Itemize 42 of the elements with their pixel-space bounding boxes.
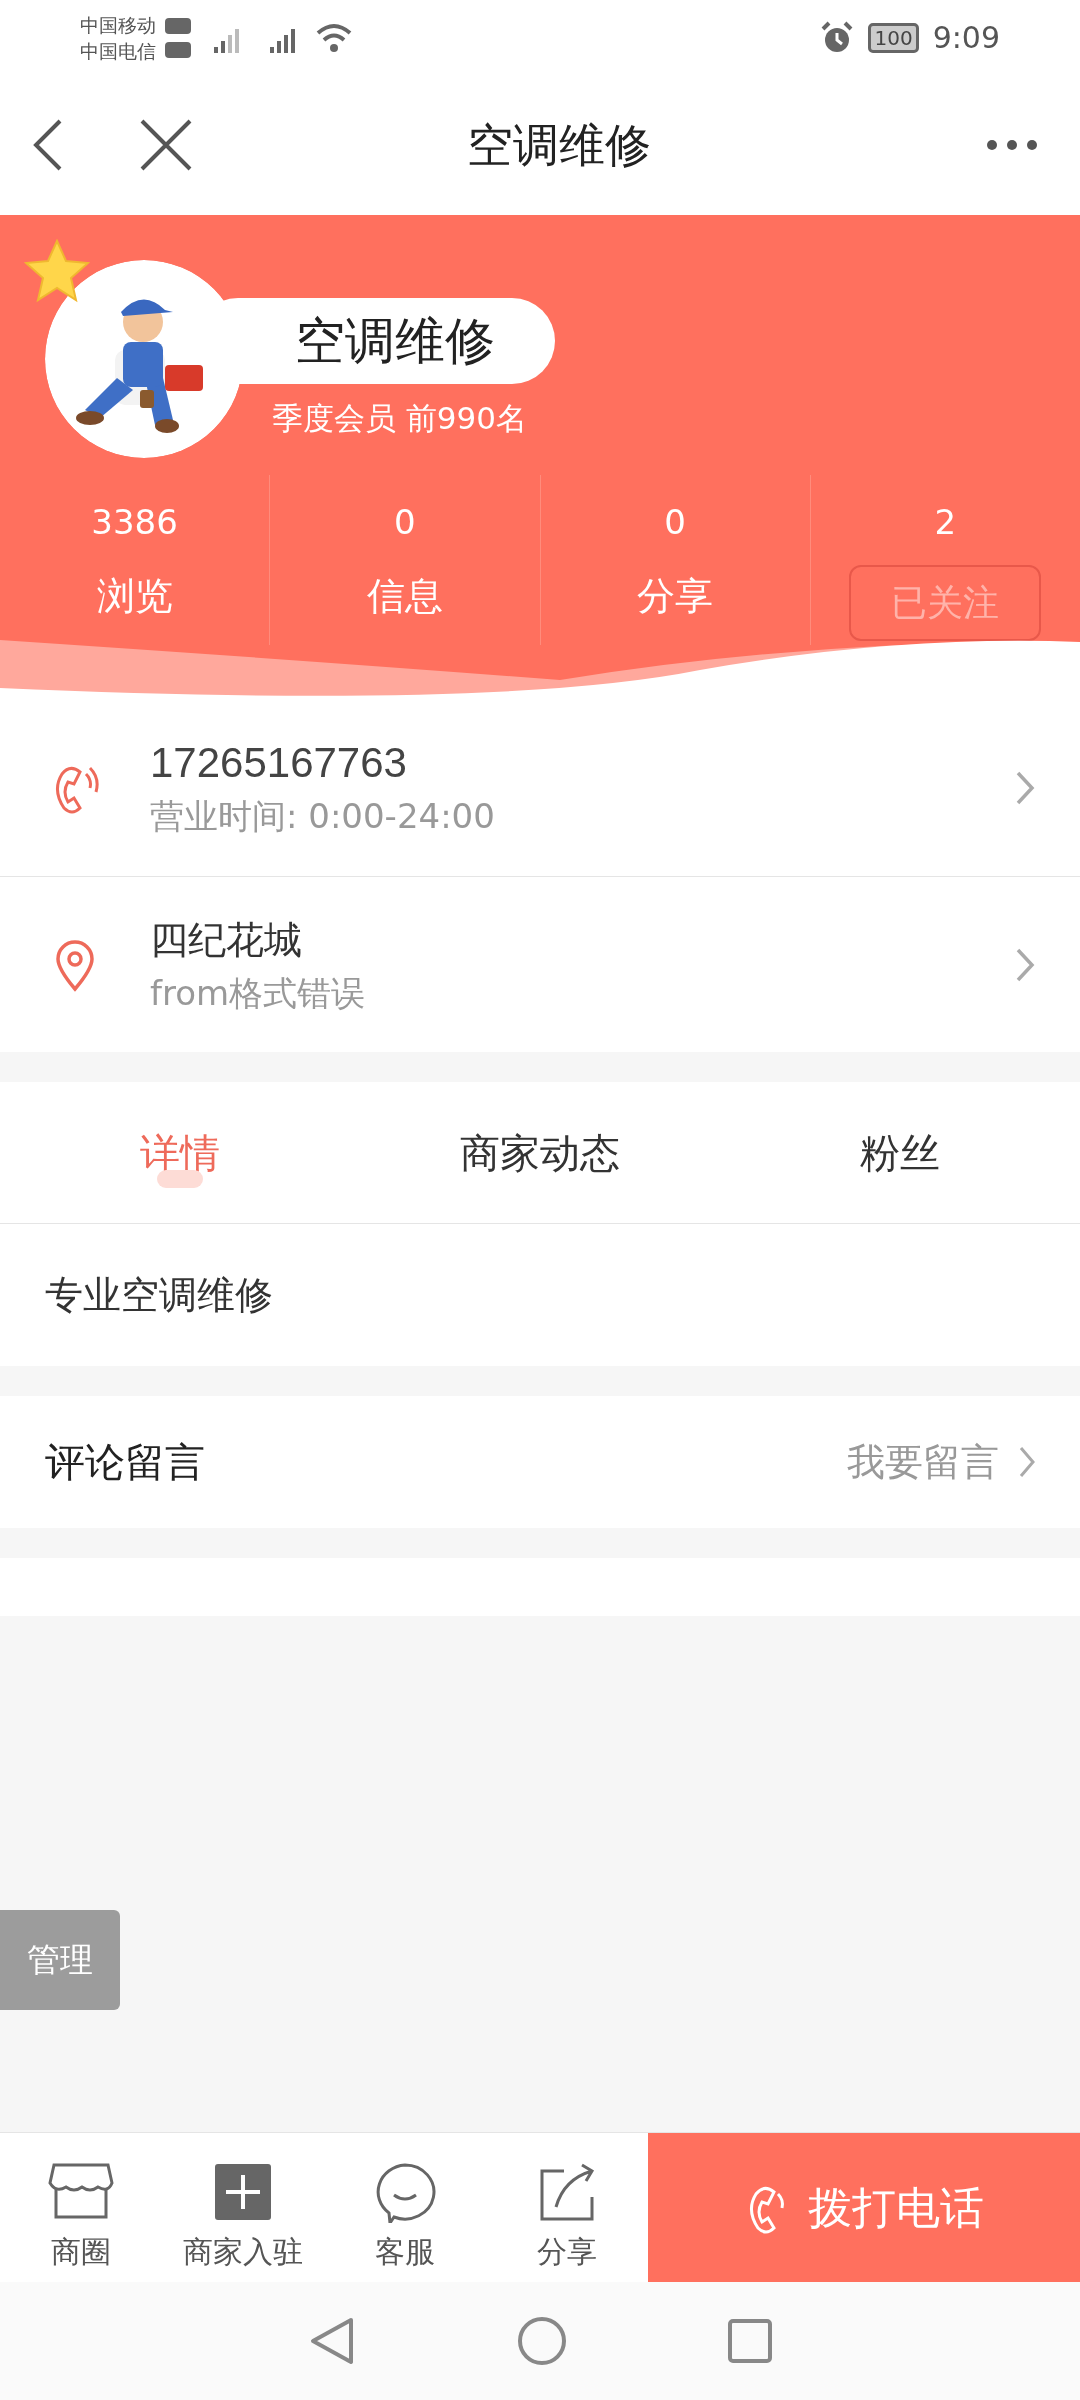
stat-label: 浏览 — [96, 573, 173, 620]
contact-title: 四纪花城 — [150, 916, 303, 964]
stat-value: 0 — [394, 501, 416, 544]
tab[interactable]: 粉丝 — [720, 1082, 1080, 1223]
bottom-bar-label: 商圈 — [51, 2233, 111, 2271]
stat-label: 分享 — [637, 573, 714, 620]
stat-value: 3386 — [91, 501, 178, 544]
recents-icon[interactable] — [727, 2318, 773, 2364]
home-icon[interactable] — [517, 2316, 567, 2366]
stat-label: 信息 — [366, 573, 443, 620]
contact-subtitle: 营业时间: 0:00-24:00 — [150, 795, 496, 838]
stat-value: 2 — [934, 501, 957, 544]
page-title: 空调维修 — [467, 116, 651, 174]
bottom-bar-item[interactable]: 商家入驻 — [162, 2133, 324, 2282]
contact-row[interactable]: 四纪花城 from格式错误 — [0, 876, 1080, 1052]
tab-indicator — [157, 1170, 203, 1188]
bottom-bar-item[interactable]: 商圈 — [0, 2133, 162, 2282]
star-icon — [24, 239, 90, 303]
bottom-bar-label: 客服 — [375, 2233, 435, 2271]
close-icon[interactable] — [138, 117, 194, 173]
status-time: 9:09 — [932, 19, 1000, 57]
bottom-bar-item[interactable]: 客服 — [324, 2133, 486, 2282]
battery-indicator: 100 — [868, 22, 919, 53]
bottom-bar-item[interactable]: 分享 — [486, 2133, 648, 2282]
carrier-label: 中国电信 — [80, 38, 156, 64]
contact-subtitle: from格式错误 — [150, 971, 367, 1015]
alarm-icon — [820, 20, 855, 55]
bottom-bar-label: 商家入驻 — [183, 2233, 303, 2271]
detail-text: 专业空调维修 — [45, 1271, 273, 1319]
contact-row[interactable]: 17265167763 营业时间: 0:00-24:00 — [0, 700, 1080, 876]
shop-name: 空调维修 — [295, 310, 495, 372]
chevron-right-icon — [1015, 946, 1035, 983]
carrier-label: 中国移动 — [80, 12, 156, 38]
stat-value: 0 — [664, 501, 686, 544]
membership-label: 季度会员 前990名 — [272, 399, 528, 438]
chevron-right-icon — [1019, 1446, 1035, 1478]
more-icon[interactable] — [984, 137, 1040, 153]
bottom-bar-label: 分享 — [537, 2233, 597, 2271]
chevron-right-icon — [1015, 770, 1035, 806]
comments-heading: 评论留言 — [45, 1438, 206, 1487]
tab[interactable]: 商家动态 — [360, 1082, 720, 1223]
contact-title: 17265167763 — [150, 738, 408, 788]
